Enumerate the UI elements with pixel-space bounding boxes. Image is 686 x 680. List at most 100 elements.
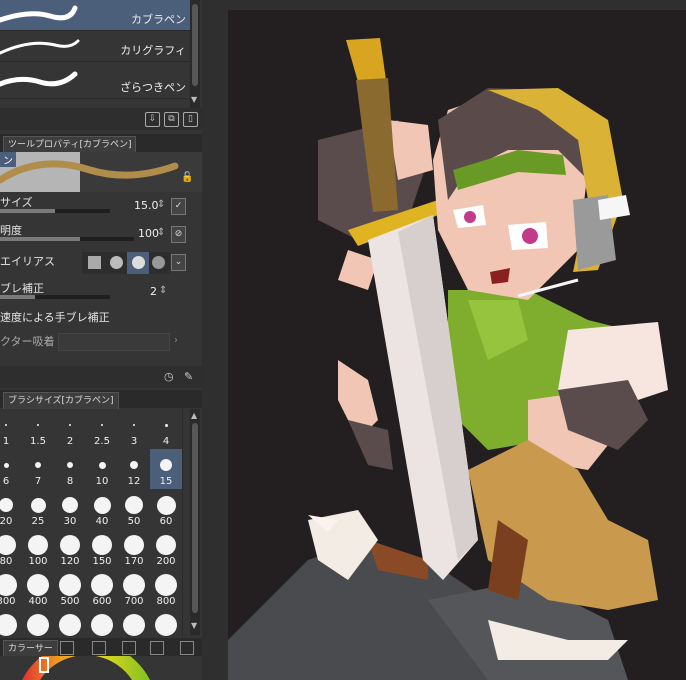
brush-size-label: 600 xyxy=(92,596,112,607)
tab-brush-size[interactable]: ブラシサイズ[カブラペン] xyxy=(3,392,119,409)
brush-size-cell[interactable]: 6 xyxy=(0,449,23,490)
size-slider[interactable] xyxy=(0,209,110,213)
stabilization-slider[interactable] xyxy=(0,295,110,299)
canvas-area[interactable] xyxy=(228,0,686,680)
download-icon[interactable]: ⇩ xyxy=(145,112,160,127)
brush-size-cell[interactable]: 25 xyxy=(22,489,55,530)
brush-size-cell[interactable]: 7 xyxy=(22,449,55,490)
brush-size-preview-dot xyxy=(0,498,13,512)
property-speed-stabilization[interactable]: 速度による手ブレ補正 xyxy=(0,309,190,331)
tab-color-circle[interactable]: カラーサー xyxy=(3,640,58,657)
brush-size-cell[interactable]: 3 xyxy=(118,409,151,450)
brush-size-cell[interactable]: 100 xyxy=(22,529,55,570)
brush-size-cell[interactable]: 8 xyxy=(54,449,87,490)
chevron-right-icon[interactable]: › xyxy=(174,335,178,346)
brush-size-cell[interactable]: 4 xyxy=(150,409,183,450)
brush-size-cell[interactable]: 40 xyxy=(86,489,119,530)
wrench-icon[interactable]: ✎ xyxy=(184,370,193,383)
brush-size-cell[interactable]: 12 xyxy=(118,449,151,490)
scroll-down-icon[interactable]: ▼ xyxy=(191,95,197,104)
approximate-color-tab-icon[interactable] xyxy=(150,641,164,655)
lock-icon[interactable]: 🔓 xyxy=(181,172,193,183)
brush-size-cell[interactable]: 500 xyxy=(54,569,87,610)
brush-size-cell[interactable] xyxy=(22,609,55,637)
delete-icon[interactable]: ▯ xyxy=(183,112,198,127)
brush-size-cell[interactable] xyxy=(0,609,23,637)
vector-snap-options[interactable] xyxy=(58,333,170,351)
brush-size-cell[interactable]: 2.5 xyxy=(86,409,119,450)
brush-size-cell[interactable]: 20 xyxy=(0,489,23,530)
brush-size-cell[interactable]: 700 xyxy=(118,569,151,610)
brush-size-cell[interactable]: 30 xyxy=(54,489,87,530)
brush-size-cell[interactable]: 150 xyxy=(86,529,119,570)
brush-size-grid: 1 1.5 2 2.5 3 4 6 7 8 10 12 15 20 25 30 40 50 60 80 100 120 1… xyxy=(0,409,190,637)
color-wheel[interactable] xyxy=(0,656,202,680)
brush-size-cell[interactable]: 600 xyxy=(86,569,119,610)
color-history-tab-icon[interactable] xyxy=(180,641,194,655)
brush-size-preview-dot xyxy=(124,535,144,555)
brush-size-cell[interactable] xyxy=(86,609,119,637)
brush-size-cell[interactable]: 1 xyxy=(0,409,23,450)
brush-size-label: 50 xyxy=(127,516,141,527)
brush-size-cell[interactable] xyxy=(118,609,151,637)
color-palette-tab-icon[interactable] xyxy=(60,641,74,655)
opacity-stepper-icon[interactable]: ⇕ xyxy=(157,227,165,238)
brush-size-preview-dot xyxy=(133,424,135,426)
duplicate-icon[interactable]: ⧉ xyxy=(164,112,179,127)
property-vector-snap[interactable]: クター吸着 › xyxy=(0,333,190,355)
tab-tool-property[interactable]: ツールプロパティ[カブラペン] xyxy=(3,136,137,153)
brush-size-preview-dot xyxy=(59,574,81,596)
brush-size-label: 150 xyxy=(92,556,112,567)
scroll-down-icon[interactable]: ▼ xyxy=(191,621,197,630)
brush-size-cell[interactable]: 1.5 xyxy=(22,409,55,450)
brush-size-cell[interactable]: 300 xyxy=(0,569,23,610)
brush-size-cell[interactable]: 15 xyxy=(150,449,183,490)
color-wheel-area xyxy=(0,656,202,680)
artwork-canvas[interactable] xyxy=(228,0,686,680)
left-panel: カブラペン カリグラフィ ざらつきペン ▼ ⇩ ⧉ ▯ ツールプロパティ[カブラ… xyxy=(0,0,202,680)
brush-size-scrollbar[interactable]: ▲ ▼ xyxy=(190,409,200,635)
intermediate-color-tab-icon[interactable] xyxy=(122,641,136,655)
opacity-slider[interactable] xyxy=(0,237,134,241)
brush-size-cell[interactable]: 120 xyxy=(54,529,87,570)
antialias-weak-icon[interactable] xyxy=(110,256,123,269)
brush-size-preview-dot xyxy=(156,535,176,555)
brush-size-cell[interactable]: 2 xyxy=(54,409,87,450)
brush-size-label: 2 xyxy=(66,436,74,447)
subtool-label: カリグラフィ xyxy=(120,44,186,57)
brush-size-label: 25 xyxy=(31,516,45,527)
subtool-scrollbar[interactable]: ▼ xyxy=(190,0,200,108)
brush-size-cell[interactable]: 10 xyxy=(86,449,119,490)
size-pressure-button[interactable]: ✓ xyxy=(171,198,186,215)
stabilization-stepper-icon[interactable]: ⇕ xyxy=(159,285,167,296)
brush-size-cell[interactable] xyxy=(54,609,87,637)
size-stepper-icon[interactable]: ⇕ xyxy=(157,199,165,210)
color-set-tab-icon[interactable] xyxy=(92,641,106,655)
brush-size-cell[interactable]: 200 xyxy=(150,529,183,570)
antialias-dropdown-icon[interactable]: ⌄ xyxy=(171,254,186,271)
brush-size-label: 700 xyxy=(124,596,144,607)
subtool-item-rough-pen[interactable]: ざらつきペン xyxy=(0,62,190,99)
opacity-pressure-button[interactable]: ⊘ xyxy=(171,226,186,243)
antialias-none-icon[interactable] xyxy=(88,256,101,269)
scroll-up-icon[interactable]: ▲ xyxy=(191,411,197,420)
settings-dial-icon[interactable]: ◷ xyxy=(164,370,174,383)
brush-size-cell[interactable]: 80 xyxy=(0,529,23,570)
antialias-strong-icon[interactable] xyxy=(152,256,165,269)
brush-stroke-preview xyxy=(0,5,78,23)
brush-size-cell[interactable]: 400 xyxy=(22,569,55,610)
property-opacity[interactable]: 明度 100 ⇕ xyxy=(0,222,190,244)
brush-size-cell[interactable] xyxy=(150,609,183,637)
subtool-item-calligraphy[interactable]: カリグラフィ xyxy=(0,31,190,62)
antialias-selector[interactable] xyxy=(82,252,170,274)
brush-size-cell[interactable]: 60 xyxy=(150,489,183,530)
property-stabilization[interactable]: ブレ補正 2 ⇕ xyxy=(0,280,190,302)
brush-size-preview-dot xyxy=(164,423,168,427)
brush-size-cell[interactable]: 50 xyxy=(118,489,151,530)
brush-size-label: 80 xyxy=(0,556,13,567)
subtool-item-kabura-pen[interactable]: カブラペン xyxy=(0,0,190,31)
brush-size-label: 1 xyxy=(2,436,10,447)
brush-size-cell[interactable]: 170 xyxy=(118,529,151,570)
brush-size-cell[interactable]: 800 xyxy=(150,569,183,610)
property-size[interactable]: サイズ 15.0 ⇕ xyxy=(0,194,190,216)
